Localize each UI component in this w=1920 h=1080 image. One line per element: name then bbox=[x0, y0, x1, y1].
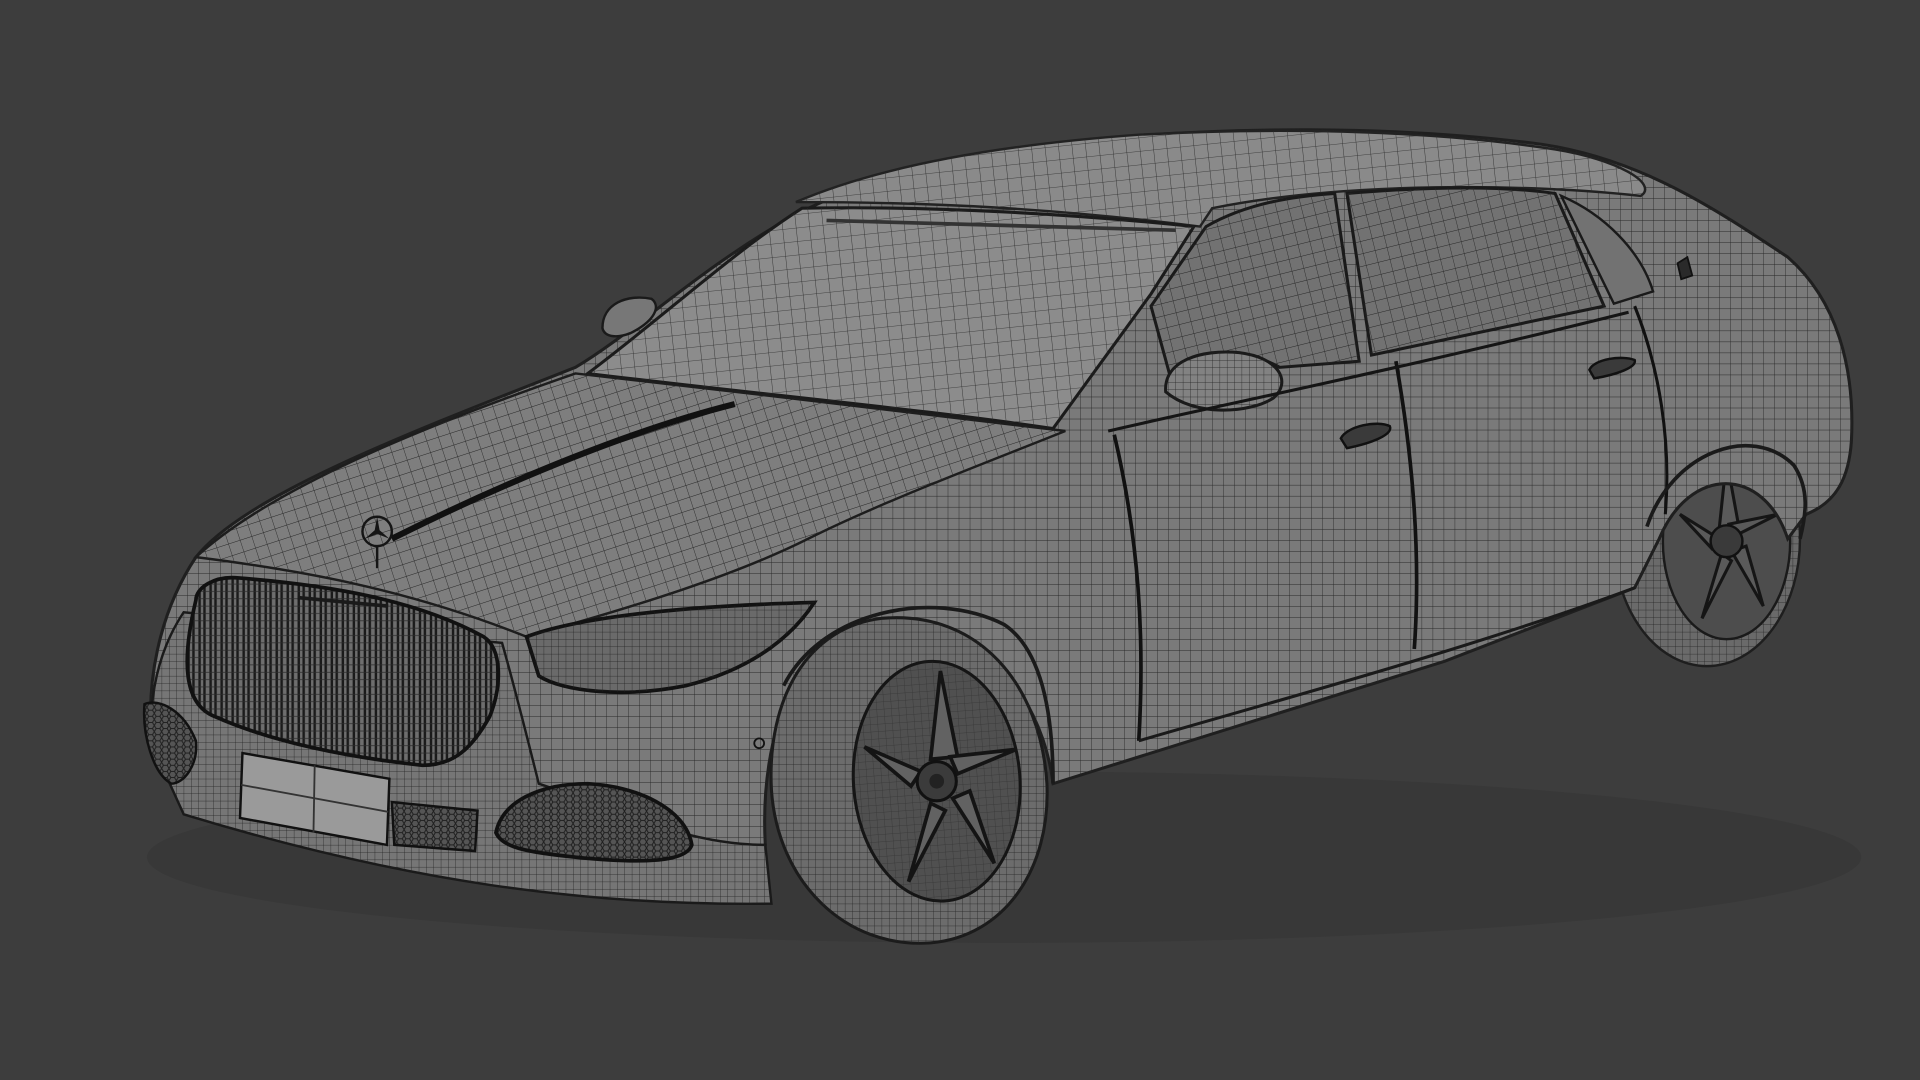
3d-viewport[interactable] bbox=[0, 0, 1920, 1080]
car-wireframe-model[interactable] bbox=[0, 0, 1920, 1080]
center-lower-air-intake[interactable] bbox=[390, 800, 479, 853]
